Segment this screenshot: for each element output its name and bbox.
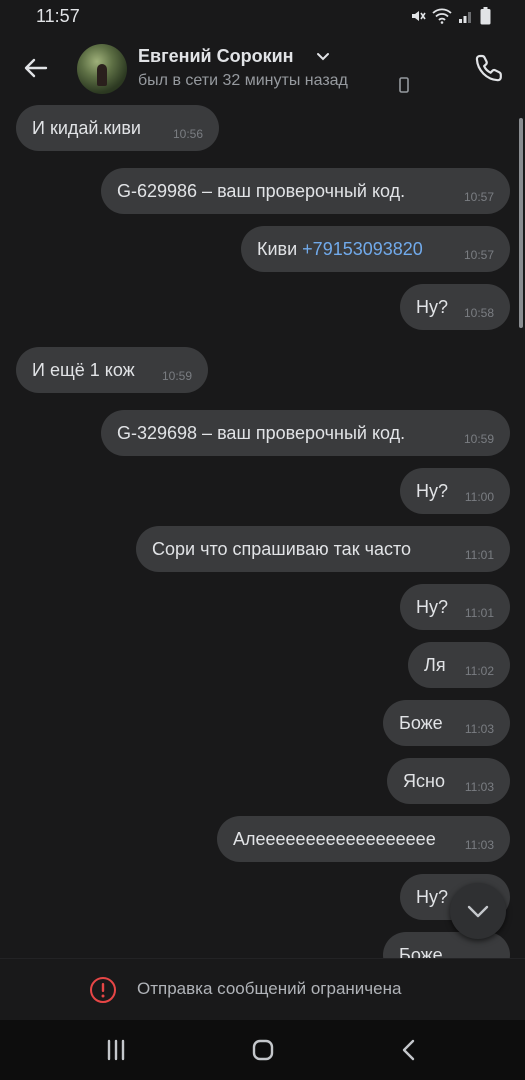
message-text: Ля <box>424 655 446 675</box>
message-bubble-outgoing[interactable]: Киви +79153093820 10:57 <box>241 226 510 272</box>
message-time: 10:59 <box>463 432 494 446</box>
status-icons <box>410 7 491 25</box>
phone-call-icon <box>475 54 502 82</box>
contact-name[interactable]: Евгений Сорокин <box>138 46 294 67</box>
restriction-text: Отправка сообщений ограничена <box>137 979 402 998</box>
message-bubble-outgoing[interactable]: G-629986 – ваш проверочный код. 10:57 <box>101 168 510 214</box>
message-time: 11:02 <box>464 664 494 678</box>
message-bubble-outgoing[interactable]: Ну? 10:58 <box>400 284 510 330</box>
message-text: Ясно <box>403 771 445 791</box>
message-bubble-outgoing[interactable]: Ну? 11:01 <box>400 584 510 630</box>
message-bubble-outgoing[interactable]: G-329698 – ваш проверочный код. 10:59 <box>101 410 510 456</box>
message-time: 10:56 <box>172 127 203 141</box>
message-text: Ну? <box>416 481 449 501</box>
message-time: 10:57 <box>463 190 494 204</box>
message-text: Алееееееееееееееееее <box>233 829 436 849</box>
message-text: Сори что спрашиваю так часто <box>152 539 412 559</box>
message-bubble-outgoing[interactable]: Ясно 11:03 <box>387 758 510 804</box>
battery-icon <box>480 7 491 25</box>
alert-circle-icon <box>90 977 116 1003</box>
message-bubble-incoming[interactable]: И ещё 1 кож 10:59 <box>16 347 208 393</box>
nav-back-icon <box>402 1039 415 1061</box>
scrollbar[interactable] <box>519 118 523 328</box>
chevron-down-icon <box>467 905 489 918</box>
wifi-icon <box>432 8 452 24</box>
message-time: 10:57 <box>463 248 494 262</box>
message-text: Ну? <box>416 297 449 317</box>
nav-back-button[interactable] <box>394 1034 426 1066</box>
message-time: 11:01 <box>464 606 494 620</box>
message-text: Боже <box>399 713 443 733</box>
message-time: 11:03 <box>464 838 494 852</box>
message-bubble-outgoing[interactable]: Алееееееееееееееееее 11:03 <box>217 816 510 862</box>
arrow-left-icon <box>24 58 48 78</box>
message-text: G-329698 – ваш проверочный код. <box>117 423 406 443</box>
recents-icon <box>107 1039 125 1061</box>
message-text: И ещё 1 кож <box>32 360 135 380</box>
message-text: G-629986 – ваш проверочный код. <box>117 181 406 201</box>
message-time: 11:03 <box>464 780 494 794</box>
home-icon <box>252 1039 274 1061</box>
call-button[interactable] <box>471 50 507 86</box>
message-text: Киви +79153093820 <box>257 226 423 272</box>
message-text-prefix: Киви <box>257 239 303 259</box>
signal-icon <box>459 12 471 23</box>
message-list[interactable]: И кидай.киви 10:56 G-629986 – ваш провер… <box>0 102 525 958</box>
avatar-figure <box>97 64 107 86</box>
chat-header: Евгений Сорокин был в сети 32 минуты наз… <box>0 34 525 102</box>
message-text: И кидай.киви <box>32 118 141 138</box>
phone-link[interactable]: +79153093820 <box>302 239 423 259</box>
message-bubble-outgoing[interactable]: Сори что спрашиваю так часто 11:01 <box>136 526 510 572</box>
contact-status: был в сети 32 минуты назад <box>138 72 348 89</box>
message-bubble-incoming[interactable]: И кидай.киви 10:56 <box>16 105 219 151</box>
phone-small-icon <box>399 77 409 93</box>
avatar[interactable] <box>77 44 127 94</box>
home-button[interactable] <box>247 1034 279 1066</box>
message-bubble-outgoing[interactable]: Ля 11:02 <box>408 642 510 688</box>
message-text: Ну? <box>416 887 449 907</box>
message-text: Ну? <box>416 597 449 617</box>
chevron-down-icon[interactable] <box>316 52 330 62</box>
message-time: 11:01 <box>464 548 494 562</box>
status-bar: 11:57 <box>0 0 525 34</box>
mute-icon <box>412 11 426 21</box>
scroll-down-button[interactable] <box>450 883 506 939</box>
message-time: 11:00 <box>464 490 494 504</box>
system-nav-bar <box>0 1020 525 1080</box>
message-time: 10:59 <box>161 369 192 383</box>
message-bubble-outgoing[interactable]: Ну? 11:00 <box>400 468 510 514</box>
restriction-bar: Отправка сообщений ограничена <box>0 958 525 1020</box>
message-text: Боже <box>399 945 443 958</box>
message-time: 11:03 <box>464 722 494 736</box>
message-bubble-outgoing[interactable]: Боже 11:03 <box>383 700 510 746</box>
message-time: 10:58 <box>463 306 494 320</box>
back-button[interactable] <box>18 50 54 86</box>
status-time: 11:57 <box>36 6 80 26</box>
recents-button[interactable] <box>100 1034 132 1066</box>
